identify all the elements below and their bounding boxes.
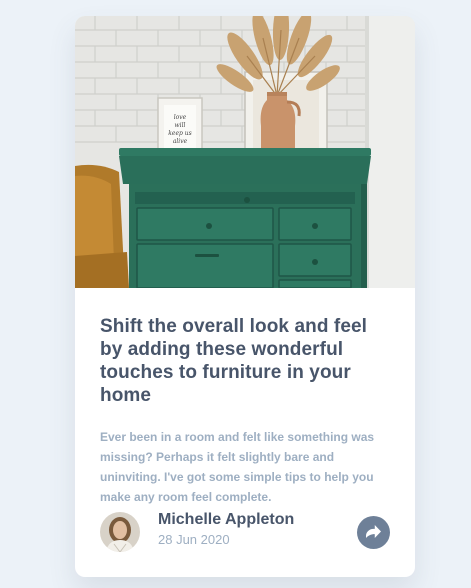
avatar bbox=[100, 512, 140, 552]
frame-text-line: will bbox=[175, 122, 186, 129]
frame-text-line: keep us bbox=[168, 130, 191, 137]
share-arrow-icon bbox=[366, 524, 381, 541]
article-card: love will keep us alive Shift the overal… bbox=[75, 16, 415, 577]
article-description: Ever been in a room and felt like someth… bbox=[100, 430, 375, 504]
hero-image: love will keep us alive bbox=[75, 16, 415, 288]
author-name: Michelle Appleton bbox=[158, 511, 295, 528]
share-button[interactable] bbox=[357, 516, 390, 549]
article-title: Shift the overall look and feel by addin… bbox=[100, 316, 368, 406]
publish-date: 28 Jun 2020 bbox=[158, 532, 230, 547]
frame-text-line: alive bbox=[173, 138, 188, 145]
frame-text-line: love bbox=[174, 114, 187, 121]
